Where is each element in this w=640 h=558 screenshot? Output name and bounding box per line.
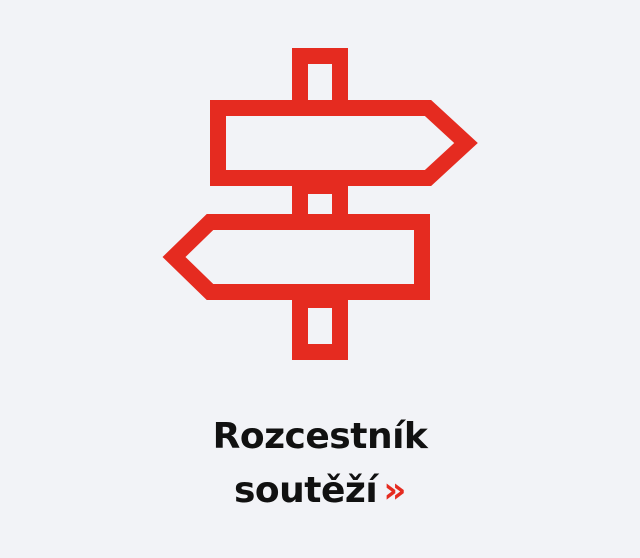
signpost-icon	[162, 48, 478, 360]
competition-signpost-card[interactable]: Rozcestník soutěží»	[0, 0, 640, 558]
card-title-line2-text: soutěží	[234, 470, 378, 511]
card-title-line2: soutěží»	[0, 464, 640, 518]
card-title-line1: Rozcestník	[212, 416, 428, 457]
double-chevron-right-icon: »	[383, 470, 406, 511]
card-title[interactable]: Rozcestník soutěží»	[0, 410, 640, 518]
